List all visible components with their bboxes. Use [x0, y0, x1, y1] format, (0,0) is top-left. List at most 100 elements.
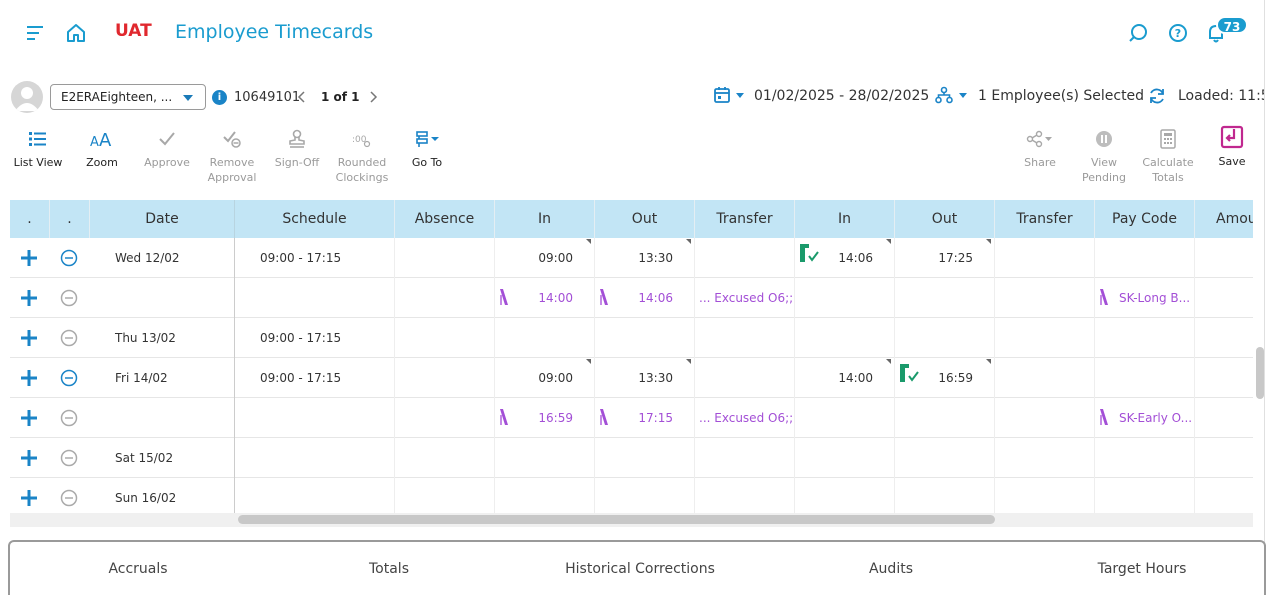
- hierarchy-icon[interactable]: [935, 86, 953, 104]
- chevron-left-icon[interactable]: [297, 90, 307, 104]
- transfer-cell[interactable]: [995, 318, 1095, 358]
- col-header-amount[interactable]: Amoun: [1195, 200, 1253, 238]
- refresh-icon[interactable]: [1147, 86, 1167, 106]
- rounded-clockings-button[interactable]: :00 Rounded Clockings: [330, 127, 394, 184]
- in-cell[interactable]: 14:00: [495, 278, 595, 318]
- out-cell[interactable]: 17:25: [895, 238, 995, 278]
- transfer-cell[interactable]: [995, 398, 1095, 438]
- remove-row-icon[interactable]: [60, 449, 78, 467]
- out-cell[interactable]: [595, 478, 695, 518]
- approve-button[interactable]: Approve: [135, 127, 199, 169]
- absence-cell[interactable]: [395, 438, 495, 478]
- share-button[interactable]: Share: [1008, 127, 1072, 169]
- tab-accruals[interactable]: Accruals: [38, 561, 238, 577]
- in-cell[interactable]: [495, 318, 595, 358]
- amount-cell[interactable]: [1195, 238, 1253, 278]
- remove-row-icon[interactable]: [60, 249, 78, 267]
- schedule-cell[interactable]: 09:00 - 17:15: [235, 358, 395, 398]
- home-icon[interactable]: [65, 22, 87, 44]
- amount-cell[interactable]: [1195, 358, 1253, 398]
- remove-approval-button[interactable]: Remove Approval: [200, 127, 264, 184]
- schedule-cell[interactable]: [235, 398, 395, 438]
- transfer-cell[interactable]: [995, 438, 1095, 478]
- tab-target-hours[interactable]: Target Hours: [1042, 561, 1242, 577]
- absence-cell[interactable]: [395, 398, 495, 438]
- pay-code-cell[interactable]: [1095, 238, 1195, 278]
- pay-code-cell[interactable]: SK-Early O...: [1095, 398, 1195, 438]
- zoom-button[interactable]: AA Zoom: [70, 127, 134, 169]
- absence-cell[interactable]: [395, 278, 495, 318]
- in-cell[interactable]: [795, 278, 895, 318]
- pay-code-cell[interactable]: [1095, 438, 1195, 478]
- col-header-absence[interactable]: Absence: [395, 200, 495, 238]
- amount-cell[interactable]: [1195, 278, 1253, 318]
- amount-cell[interactable]: [1195, 398, 1253, 438]
- col-header-in-2[interactable]: In: [795, 200, 895, 238]
- col-header-transfer-2[interactable]: Transfer: [995, 200, 1095, 238]
- chevron-right-icon[interactable]: [368, 90, 378, 104]
- col-header-out-2[interactable]: Out: [895, 200, 995, 238]
- schedule-cell[interactable]: 09:00 - 17:15: [235, 238, 395, 278]
- absence-cell[interactable]: [395, 238, 495, 278]
- out-cell[interactable]: [895, 318, 995, 358]
- col-header-date[interactable]: Date: [90, 200, 235, 238]
- transfer-cell[interactable]: ... Excused O6;;;: [695, 398, 795, 438]
- tab-historical-corrections[interactable]: Historical Corrections: [540, 561, 740, 577]
- out-cell[interactable]: 16:59: [895, 358, 995, 398]
- schedule-cell[interactable]: [235, 278, 395, 318]
- help-icon[interactable]: ?: [1167, 22, 1189, 44]
- out-cell[interactable]: 17:15: [595, 398, 695, 438]
- list-view-button[interactable]: List View: [6, 127, 70, 169]
- col-header-in-1[interactable]: In: [495, 200, 595, 238]
- in-cell[interactable]: [795, 318, 895, 358]
- out-cell[interactable]: [595, 318, 695, 358]
- out-cell[interactable]: 13:30: [595, 358, 695, 398]
- col-header-pay-code[interactable]: Pay Code: [1095, 200, 1195, 238]
- in-cell[interactable]: [795, 398, 895, 438]
- notification-badge[interactable]: 73: [1216, 16, 1248, 34]
- in-cell[interactable]: [495, 478, 595, 518]
- add-row-icon[interactable]: [19, 448, 39, 468]
- schedule-cell[interactable]: [235, 478, 395, 518]
- vertical-scrollbar-thumb[interactable]: [1256, 347, 1264, 399]
- info-icon[interactable]: i: [212, 90, 227, 105]
- transfer-cell[interactable]: [995, 278, 1095, 318]
- out-cell[interactable]: [595, 438, 695, 478]
- add-row-icon[interactable]: [19, 288, 39, 308]
- chevron-down-icon[interactable]: [959, 93, 967, 98]
- search-icon[interactable]: [1127, 22, 1149, 44]
- calendar-icon[interactable]: [713, 86, 731, 104]
- transfer-cell[interactable]: [695, 438, 795, 478]
- add-row-icon[interactable]: [19, 488, 39, 508]
- view-pending-button[interactable]: View Pending: [1072, 127, 1136, 184]
- col-header-schedule[interactable]: Schedule: [235, 200, 395, 238]
- remove-row-icon[interactable]: [60, 329, 78, 347]
- employee-select[interactable]: E2ERAEighteen, ...: [50, 84, 206, 110]
- date-range[interactable]: 01/02/2025 - 28/02/2025: [754, 88, 929, 104]
- transfer-cell[interactable]: [695, 238, 795, 278]
- transfer-cell[interactable]: [995, 478, 1095, 518]
- transfer-cell[interactable]: [995, 358, 1095, 398]
- amount-cell[interactable]: [1195, 478, 1253, 518]
- in-cell[interactable]: [795, 478, 895, 518]
- transfer-cell[interactable]: [695, 318, 795, 358]
- sign-off-button[interactable]: Sign-Off: [265, 127, 329, 169]
- in-cell[interactable]: 14:00: [795, 358, 895, 398]
- out-cell[interactable]: [895, 398, 995, 438]
- schedule-cell[interactable]: [235, 438, 395, 478]
- in-cell[interactable]: 09:00: [495, 238, 595, 278]
- transfer-cell[interactable]: [695, 358, 795, 398]
- col-header-out-1[interactable]: Out: [595, 200, 695, 238]
- in-cell[interactable]: 14:06: [795, 238, 895, 278]
- amount-cell[interactable]: [1195, 318, 1253, 358]
- in-cell[interactable]: [795, 438, 895, 478]
- transfer-cell[interactable]: ... Excused O6;;;: [695, 278, 795, 318]
- transfer-cell[interactable]: [695, 478, 795, 518]
- pay-code-cell[interactable]: [1095, 318, 1195, 358]
- tab-audits[interactable]: Audits: [791, 561, 991, 577]
- remove-row-icon[interactable]: [60, 489, 78, 507]
- absence-cell[interactable]: [395, 478, 495, 518]
- tab-totals[interactable]: Totals: [289, 561, 489, 577]
- absence-cell[interactable]: [395, 358, 495, 398]
- add-row-icon[interactable]: [19, 368, 39, 388]
